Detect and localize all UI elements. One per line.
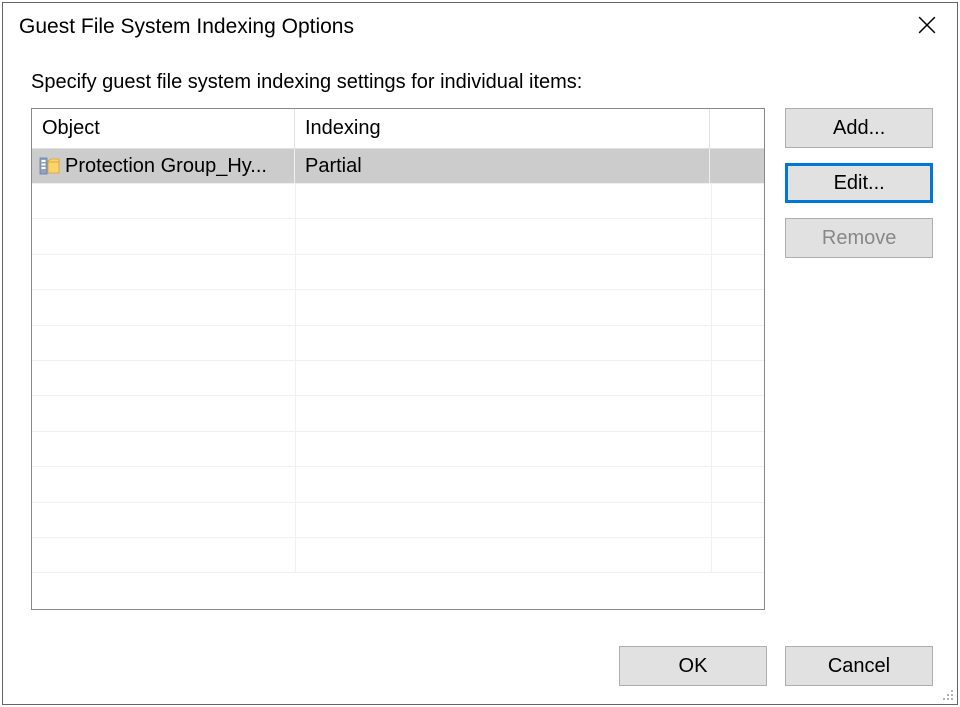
table-row — [32, 361, 764, 396]
ok-button[interactable]: OK — [619, 646, 767, 686]
table-row[interactable]: Protection Group_Hy... Partial — [32, 149, 764, 184]
bottom-button-panel: OK Cancel — [619, 646, 933, 686]
content-area: Specify guest file system indexing setti… — [3, 51, 957, 704]
cell-indexing: Partial — [295, 149, 710, 183]
table-row — [32, 255, 764, 290]
add-button[interactable]: Add... — [785, 108, 933, 148]
close-button[interactable] — [897, 3, 957, 47]
resize-grip-icon[interactable] — [939, 686, 955, 702]
table-row — [32, 290, 764, 325]
table-row — [32, 503, 764, 538]
table-row — [32, 396, 764, 431]
cell-object: Protection Group_Hy... — [32, 149, 295, 183]
table-row — [32, 467, 764, 502]
table-header: Object Indexing — [32, 109, 764, 149]
close-icon — [918, 16, 936, 34]
titlebar: Guest File System Indexing Options — [3, 3, 957, 51]
protection-group-icon — [38, 156, 60, 176]
table-row — [32, 432, 764, 467]
main-area: Object Indexing — [31, 108, 933, 610]
column-header-object[interactable]: Object — [32, 109, 295, 148]
cell-object-text: Protection Group_Hy... — [65, 155, 267, 178]
table-body: Protection Group_Hy... Partial — [32, 149, 764, 609]
table-row — [32, 538, 764, 573]
remove-button[interactable]: Remove — [785, 218, 933, 258]
dialog-window: Guest File System Indexing Options Speci… — [2, 2, 958, 705]
window-title: Guest File System Indexing Options — [19, 15, 354, 39]
indexing-table[interactable]: Object Indexing — [31, 108, 765, 610]
cancel-button[interactable]: Cancel — [785, 646, 933, 686]
column-header-indexing[interactable]: Indexing — [295, 109, 710, 148]
table-row — [32, 219, 764, 254]
edit-button[interactable]: Edit... — [785, 163, 933, 203]
cell-spacer — [710, 149, 764, 183]
table-row — [32, 184, 764, 219]
table-row — [32, 326, 764, 361]
side-button-panel: Add... Edit... Remove — [785, 108, 933, 610]
column-header-spacer — [710, 109, 764, 148]
instruction-text: Specify guest file system indexing setti… — [31, 71, 933, 94]
